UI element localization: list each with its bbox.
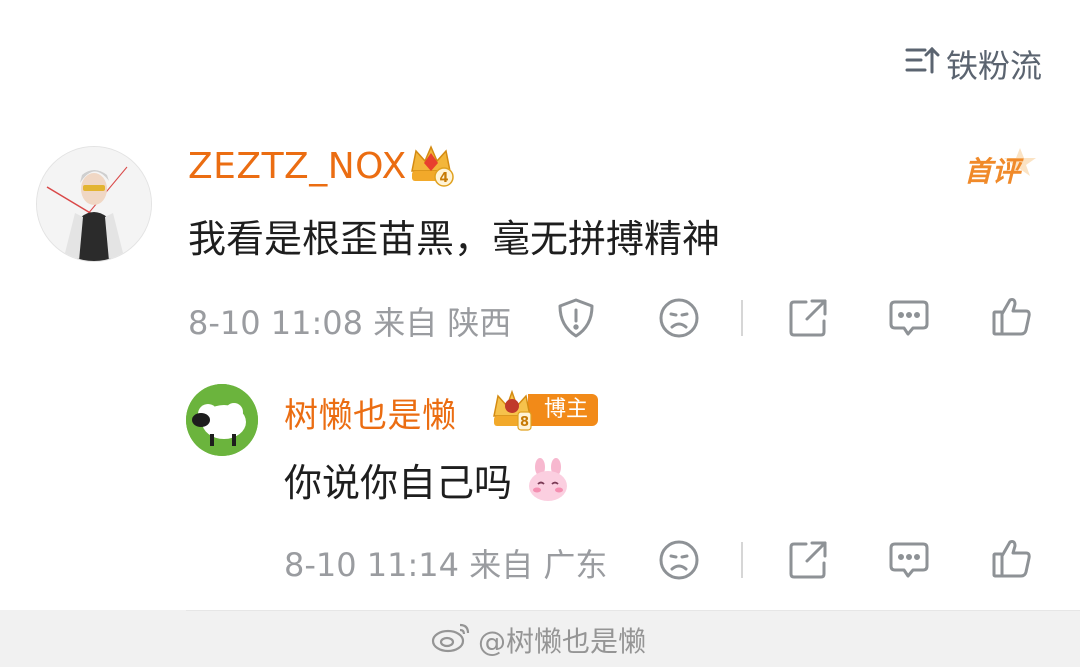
reply-comment-icon[interactable] (887, 538, 931, 582)
reply-action-divider (741, 542, 743, 578)
sort-button[interactable]: 铁粉流 (904, 42, 1042, 86)
fan-crown-icon[interactable]: 4 (408, 141, 454, 187)
sort-up-icon (904, 42, 940, 86)
action-divider (741, 300, 743, 336)
reply-frown-face-icon[interactable] (657, 538, 701, 582)
comment-from-label: 来自 (373, 304, 438, 342)
frown-face-icon[interactable] (657, 296, 701, 340)
thumbs-up-icon[interactable] (990, 294, 1034, 338)
reply-time: 8-10 11:14 (284, 546, 460, 584)
reply-fan-crown-icon[interactable]: 8 (488, 386, 536, 432)
comment-text: 我看是根歪苗黑，毫无拼搏精神 (188, 217, 721, 261)
role-badge: 博主 (528, 394, 599, 426)
share-icon[interactable] (786, 296, 830, 340)
avatar[interactable] (36, 146, 152, 262)
reply-username[interactable]: 树懒也是懒 (284, 388, 457, 437)
bunny-blush-emoji-icon (526, 458, 570, 502)
sort-label: 铁粉流 (945, 47, 1042, 85)
reply-from-label: 来自 (469, 546, 534, 584)
comment-location: 陕西 (447, 304, 512, 342)
reply-thumbs-up-icon[interactable] (990, 536, 1034, 580)
reply-share-icon[interactable] (786, 538, 830, 582)
footer-divider (186, 610, 1080, 611)
comment-icon[interactable] (887, 296, 931, 340)
comment-meta: 8-10 11:08 来自 陕西 (188, 298, 511, 344)
reply-text: 你说你自己吗 (284, 452, 570, 507)
reply-avatar[interactable] (186, 384, 258, 456)
shield-exclamation-icon[interactable] (554, 296, 598, 340)
first-comment-label: 首评 (964, 155, 1021, 188)
reply-meta: 8-10 11:14 来自 广东 (284, 540, 607, 586)
reply-fan-level: 8 (520, 415, 529, 430)
username[interactable]: ZEZTZ_NOX (188, 146, 407, 187)
comment-time: 8-10 11:08 (188, 304, 364, 342)
watermark-text: @树懒也是懒 (478, 625, 647, 658)
reply-text-content: 你说你自己吗 (284, 461, 513, 505)
first-comment-badge: 首评 (962, 146, 1042, 190)
weibo-logo-icon (430, 619, 472, 662)
reply-location: 广东 (543, 546, 608, 584)
watermark: @树懒也是懒 (430, 620, 646, 660)
fan-level: 4 (439, 171, 448, 186)
